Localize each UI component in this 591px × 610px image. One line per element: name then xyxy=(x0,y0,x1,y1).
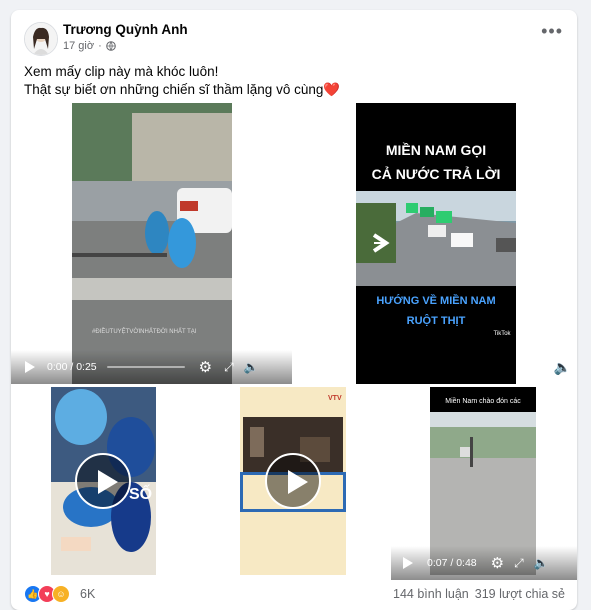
more-options-icon[interactable]: ••• xyxy=(541,22,563,40)
fullscreen-icon[interactable]: ⤢ xyxy=(224,360,234,375)
svg-text:SỐ: SỐ xyxy=(129,483,152,503)
public-globe-icon xyxy=(105,41,116,51)
post-text: Xem mấy clip này mà khóc luôn! Thật sự b… xyxy=(24,63,340,99)
fullscreen-icon[interactable]: ⤢ xyxy=(514,556,524,571)
post-meta: 17 giờ · xyxy=(63,40,116,52)
video-1-progress[interactable] xyxy=(106,366,185,368)
settings-icon[interactable]: ⚙ xyxy=(199,358,212,376)
media-grid: #ĐIỀUTUYỆTVỜINHẤTĐỜI NHẤT TẠI 0:00 / 0:2… xyxy=(11,103,577,580)
video-1[interactable]: #ĐIỀUTUYỆTVỜINHẤTĐỜI NHẤT TẠI 0:00 / 0:2… xyxy=(11,103,292,384)
video-4[interactable]: VTV xyxy=(201,387,387,580)
video-1-frame: #ĐIỀUTUYỆTVỜINHẤTĐỜI NHẤT TẠI xyxy=(72,103,232,384)
reactions[interactable]: 👍 ♥ ☺ 6K xyxy=(24,585,95,603)
post-card: Trương Quỳnh Anh 17 giờ · ••• Xem mấy cl… xyxy=(11,10,577,610)
video-1-time: 0:00 / 0:25 xyxy=(47,361,97,373)
video-2[interactable]: MIỀN NAM GỌI CẢ NƯỚC TRẢ LỜI HƯỚNG VỀ MI… xyxy=(296,103,577,384)
play-icon[interactable] xyxy=(25,361,35,373)
video-2-frame: MIỀN NAM GỌI CẢ NƯỚC TRẢ LỜI HƯỚNG VỀ MI… xyxy=(356,103,516,384)
video-2-subtitle-line-2: RUỘT THỊT xyxy=(407,314,466,327)
vtv-badge: VTV xyxy=(328,395,342,402)
post-stats: 👍 ♥ ☺ 6K 144 bình luận 319 lượt chia sẻ xyxy=(24,583,565,605)
video-1-controls: 0:00 / 0:25 ⚙ ⤢ 🔈 xyxy=(11,350,292,384)
video-5[interactable]: Miền Nam chào đón các 0:07 / 0:48 ⚙ ⤢ 🔈 xyxy=(391,387,577,580)
settings-icon[interactable]: ⚙ xyxy=(491,554,504,572)
reactions-count: 6K xyxy=(80,587,96,601)
post-text-line-2: Thật sự biết ơn những chiến sĩ thầm lặng… xyxy=(24,82,324,97)
author-name[interactable]: Trương Quỳnh Anh xyxy=(63,22,188,37)
video-2-title-line-2: CẢ NƯỚC TRẢ LỜI xyxy=(372,165,501,182)
tiktok-watermark: TikTok xyxy=(493,331,511,337)
video-5-caption: Miền Nam chào đón các xyxy=(445,396,521,405)
post-time[interactable]: 17 giờ xyxy=(63,40,94,52)
video-5-time: 0:07 / 0:48 xyxy=(427,557,477,569)
volume-icon[interactable]: 🔈 xyxy=(244,360,259,374)
shares-count[interactable]: 319 lượt chia sẻ xyxy=(475,587,565,601)
video-5-controls: 0:07 / 0:48 ⚙ ⤢ 🔈 xyxy=(391,546,577,580)
video-3[interactable]: SỐ xyxy=(11,387,197,580)
volume-icon[interactable]: 🔈 xyxy=(534,556,549,570)
video-2-subtitle-line-1: HƯỚNG VỀ MIỀN NAM xyxy=(376,294,495,307)
play-icon[interactable] xyxy=(403,557,413,569)
heart-emoji-icon: ❤️ xyxy=(323,82,341,97)
post-text-line-1: Xem mấy clip này mà khóc luôn! xyxy=(24,64,219,79)
avatar-image xyxy=(25,23,57,55)
video-4-play-button[interactable] xyxy=(265,453,321,509)
video-1-overlay-text: #ĐIỀUTUYỆTVỜINHẤTĐỜI NHẤT TẠI xyxy=(92,327,197,335)
care-reaction-icon: ☺ xyxy=(52,585,70,603)
video-2-title-line-1: MIỀN NAM GỌI xyxy=(386,142,486,158)
avatar[interactable] xyxy=(24,22,58,56)
video-2-volume-icon[interactable]: 🔈 xyxy=(554,359,571,376)
comments-count[interactable]: 144 bình luận xyxy=(393,587,469,601)
video-3-play-button[interactable] xyxy=(75,453,131,509)
